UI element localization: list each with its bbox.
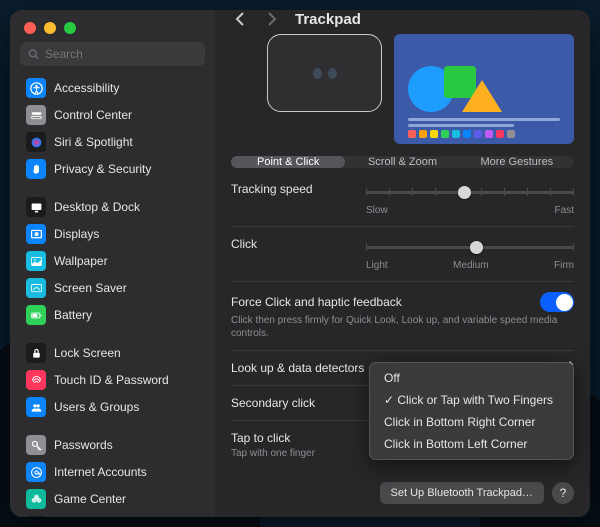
forward-button[interactable]: [263, 10, 281, 28]
tracking-speed-control: Slow Fast: [366, 182, 574, 216]
secondary-click-option[interactable]: Click or Tap with Two Fingers: [374, 389, 569, 411]
touchid-icon: [26, 370, 46, 390]
tab-scroll-zoom[interactable]: Scroll & Zoom: [345, 156, 459, 168]
tracking-speed-max: Fast: [555, 205, 574, 216]
title-bar: Trackpad: [215, 10, 590, 28]
sidebar-item-users[interactable]: Users & Groups: [16, 394, 209, 420]
main-pane: Trackpad Point & ClickScroll & ZoomMore …: [215, 10, 590, 517]
force-click-switch[interactable]: [540, 292, 574, 312]
desktop-icon: [26, 197, 46, 217]
force-click-label: Force Click and haptic feedback: [231, 295, 402, 309]
footer: Set Up Bluetooth Trackpad… ?: [215, 482, 590, 517]
sidebar-item-siri[interactable]: Siri & Spotlight: [16, 129, 209, 155]
secondary-click-option[interactable]: Off: [374, 367, 569, 389]
row-click: Click LightMediumFirm: [231, 226, 574, 281]
hand-icon: [26, 159, 46, 179]
wallpaper-icon: [26, 251, 46, 271]
window-controls: [10, 10, 215, 42]
users-icon: [26, 397, 46, 417]
sidebar-item-label: Internet Accounts: [54, 465, 147, 479]
gamecenter-icon: [26, 489, 46, 509]
control-center-icon: [26, 105, 46, 125]
tracking-speed-slider[interactable]: [366, 182, 574, 202]
search-field[interactable]: [20, 42, 205, 66]
row-force-click: Force Click and haptic feedback Click th…: [231, 281, 574, 350]
settings-content: Tracking speed Slow Fast Click: [215, 178, 590, 482]
sidebar-item-label: Control Center: [54, 108, 132, 122]
back-button[interactable]: [231, 10, 249, 28]
sidebar-item-label: Accessibility: [54, 81, 119, 95]
sidebar-item-accessibility[interactable]: Accessibility: [16, 75, 209, 101]
accessibility-icon: [26, 78, 46, 98]
sidebar-item-displays[interactable]: Displays: [16, 221, 209, 247]
sidebar-item-label: Wallpaper: [54, 254, 108, 268]
tracking-speed-min: Slow: [366, 205, 388, 216]
row-tracking-speed: Tracking speed Slow Fast: [231, 178, 574, 226]
battery-icon: [26, 305, 46, 325]
close-window[interactable]: [24, 22, 36, 34]
lock-icon: [26, 343, 46, 363]
sidebar-item-wallet[interactable]: Wallet & Apple Pay: [16, 513, 209, 517]
key-icon: [26, 435, 46, 455]
page-title: Trackpad: [295, 11, 361, 28]
tap-to-click-label: Tap to click: [231, 431, 315, 445]
sidebar-item-wallpaper[interactable]: Wallpaper: [16, 248, 209, 274]
sidebar-item-at[interactable]: Internet Accounts: [16, 459, 209, 485]
tap-to-click-desc: Tap with one finger: [231, 447, 315, 460]
sidebar: Accessibility Control Center Siri & Spotli…: [10, 10, 215, 517]
tab-more-gestures[interactable]: More Gestures: [460, 156, 574, 168]
preview-row: [215, 28, 590, 156]
sidebar-item-label: Game Center: [54, 492, 126, 506]
click-slider[interactable]: [366, 237, 574, 257]
sidebar-item-label: Displays: [54, 227, 99, 241]
secondary-click-option[interactable]: Click in Bottom Left Corner: [374, 433, 569, 455]
sidebar-item-label: Desktop & Dock: [54, 200, 140, 214]
tab-bar: Point & ClickScroll & ZoomMore Gestures: [231, 156, 574, 168]
sidebar-item-lock[interactable]: Lock Screen: [16, 340, 209, 366]
force-click-desc: Click then press firmly for Quick Look, …: [231, 314, 574, 340]
sidebar-item-label: Passwords: [54, 438, 113, 452]
search-icon: [28, 48, 39, 60]
sidebar-item-gamecenter[interactable]: Game Center: [16, 486, 209, 512]
screensaver-icon: [26, 278, 46, 298]
secondary-click-option[interactable]: Click in Bottom Right Corner: [374, 411, 569, 433]
settings-window: Accessibility Control Center Siri & Spotli…: [10, 10, 590, 517]
sidebar-item-label: Touch ID & Password: [54, 373, 169, 387]
tracking-speed-label: Tracking speed: [231, 182, 366, 196]
sidebar-item-key[interactable]: Passwords: [16, 432, 209, 458]
sidebar-item-label: Screen Saver: [54, 281, 127, 295]
displays-icon: [26, 224, 46, 244]
trackpad-preview: [267, 34, 382, 112]
siri-icon: [26, 132, 46, 152]
sidebar-item-label: Privacy & Security: [54, 162, 151, 176]
screen-preview: [394, 34, 574, 144]
setup-bluetooth-trackpad-button[interactable]: Set Up Bluetooth Trackpad…: [380, 482, 544, 504]
click-label: Click: [231, 237, 366, 251]
minimize-window[interactable]: [44, 22, 56, 34]
secondary-click-menu: OffClick or Tap with Two FingersClick in…: [369, 362, 574, 460]
sidebar-item-label: Siri & Spotlight: [54, 135, 133, 149]
search-input[interactable]: [45, 47, 197, 61]
at-icon: [26, 462, 46, 482]
sidebar-item-control-center[interactable]: Control Center: [16, 102, 209, 128]
sidebar-item-battery[interactable]: Battery: [16, 302, 209, 328]
sidebar-item-touchid[interactable]: Touch ID & Password: [16, 367, 209, 393]
row-secondary-click[interactable]: Secondary click OffClick or Tap with Two…: [231, 385, 574, 420]
zoom-window[interactable]: [64, 22, 76, 34]
help-button[interactable]: ?: [552, 482, 574, 504]
sidebar-item-desktop[interactable]: Desktop & Dock: [16, 194, 209, 220]
sidebar-item-screensaver[interactable]: Screen Saver: [16, 275, 209, 301]
tab-point-click[interactable]: Point & Click: [231, 156, 345, 168]
sidebar-list: Accessibility Control Center Siri & Spotli…: [10, 74, 215, 517]
sidebar-item-label: Battery: [54, 308, 92, 322]
sidebar-item-hand[interactable]: Privacy & Security: [16, 156, 209, 182]
sidebar-item-label: Lock Screen: [54, 346, 121, 360]
sidebar-item-label: Users & Groups: [54, 400, 139, 414]
click-control: LightMediumFirm: [366, 237, 574, 271]
wallet-icon: [26, 516, 46, 517]
